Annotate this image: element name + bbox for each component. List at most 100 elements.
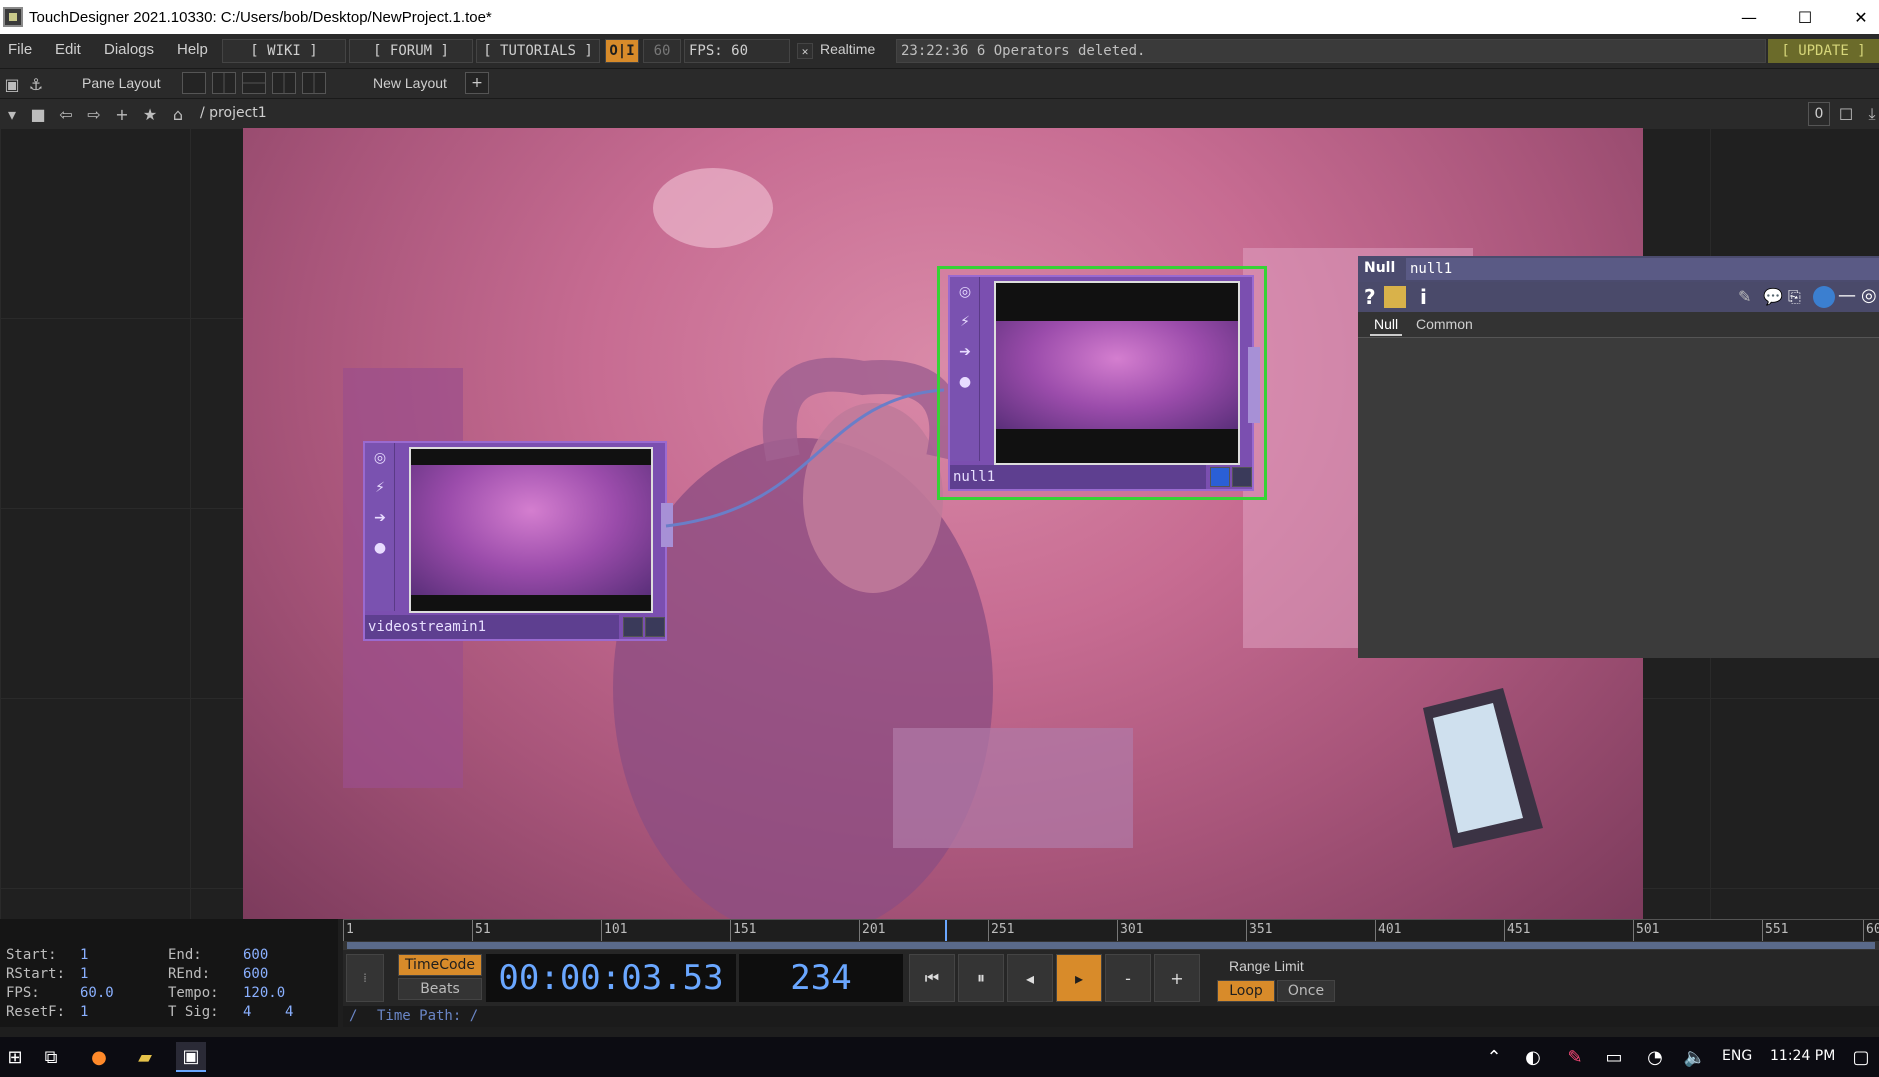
start-value[interactable]: 1 — [80, 947, 88, 963]
lock-icon[interactable]: ● — [955, 371, 975, 393]
rewind-button[interactable]: ⏮ — [909, 954, 955, 1002]
output-connector-2[interactable] — [1248, 387, 1260, 423]
image-icon[interactable]: ▣ — [0, 72, 24, 96]
pause-button[interactable]: ⏸ — [958, 954, 1004, 1002]
fps-value[interactable]: 60.0 — [80, 985, 114, 1001]
chevron-down-icon[interactable]: ▾ — [0, 102, 24, 126]
window-icon[interactable]: ☐ — [1834, 102, 1858, 126]
star-icon[interactable]: ★ — [138, 102, 162, 126]
null1-node[interactable]: ◎ ⚡ ➔ ● null1 — [948, 275, 1260, 491]
add-icon[interactable]: + — [110, 102, 134, 126]
network-editor[interactable]: ◎ ⚡ ➔ ● videostreamin1 ◎ ⚡ ➔ ● null1 Nul… — [0, 128, 1879, 919]
update-button[interactable]: [ UPDATE ] — [1768, 39, 1879, 63]
timeline-scrollbar[interactable] — [343, 941, 1879, 950]
time-path-root[interactable]: / — [349, 1006, 357, 1027]
language-indicator[interactable]: ENG — [1722, 1048, 1752, 1064]
python-help-icon[interactable] — [1384, 286, 1406, 308]
timecode-display[interactable]: 00:00:03.53 — [486, 954, 736, 1002]
tab-common[interactable]: Common — [1416, 316, 1473, 332]
rend-value[interactable]: 600 — [243, 966, 268, 982]
menu-file[interactable]: File — [8, 41, 32, 58]
battery-icon[interactable]: ▭ — [1599, 1042, 1629, 1072]
step-plus-button[interactable]: + — [1154, 954, 1200, 1002]
notifications-icon[interactable]: ▢ — [1846, 1042, 1876, 1072]
end-value[interactable]: 600 — [243, 947, 268, 963]
touchdesigner-app-icon — [3, 7, 23, 27]
collapse-icon[interactable]: — — [1838, 285, 1856, 306]
add-layout-button[interactable]: + — [465, 72, 489, 94]
rstart-value[interactable]: 1 — [80, 966, 88, 982]
realtime-checkbox[interactable]: ✕ — [797, 43, 813, 59]
maximize-button[interactable]: ☐ — [1777, 0, 1833, 34]
minimize-button[interactable]: — — [1721, 0, 1777, 34]
tray-app-icon[interactable]: ◐ — [1518, 1042, 1548, 1072]
home-icon[interactable]: ⌂ — [166, 102, 190, 126]
time-path-bar: / Time Path: / — [343, 1006, 1879, 1027]
layout-three-icon[interactable] — [272, 72, 296, 94]
fps-cap-field[interactable]: 60 — [643, 39, 681, 63]
perform-mode-button[interactable]: O|I — [605, 39, 639, 63]
forward-arrow-icon[interactable]: ⇨ — [82, 102, 106, 126]
step-back-button[interactable]: ◂ — [1007, 954, 1053, 1002]
time-path[interactable]: Time Path: / — [377, 1006, 478, 1027]
network-icon[interactable]: ⚓ — [24, 72, 48, 96]
touchdesigner-taskbar-icon[interactable]: ▣ — [176, 1042, 206, 1072]
layout-single-icon[interactable] — [182, 72, 206, 94]
pin-icon[interactable]: ⤓ — [1860, 102, 1879, 126]
viewer-active-icon[interactable] — [1210, 467, 1230, 487]
tsig-numerator[interactable]: 4 — [243, 1004, 251, 1020]
task-view-icon[interactable]: ⧉ — [36, 1042, 66, 1072]
menu-edit[interactable]: Edit — [55, 41, 81, 58]
info-icon[interactable]: i — [1420, 285, 1427, 309]
tsig-denominator[interactable]: 4 — [285, 1004, 293, 1020]
tray-chevron-icon[interactable]: ⌃ — [1479, 1042, 1509, 1072]
forum-button[interactable]: [ FORUM ] — [349, 39, 473, 63]
windows-start-icon[interactable]: ⊞ — [0, 1042, 30, 1072]
expand-timeline-button[interactable]: ⁞ — [346, 954, 384, 1002]
volume-icon[interactable]: 🔈 — [1680, 1042, 1710, 1072]
comment-icon[interactable]: 💬 — [1763, 287, 1783, 306]
once-button[interactable]: Once — [1277, 980, 1335, 1002]
layout-split-vertical-icon[interactable] — [212, 72, 236, 94]
file-explorer-icon[interactable]: ▰ — [130, 1042, 160, 1072]
loop-button[interactable]: Loop — [1217, 980, 1275, 1002]
wifi-icon[interactable]: ◔ — [1640, 1042, 1670, 1072]
play-button[interactable]: ▸ — [1056, 954, 1102, 1002]
tab-null[interactable]: Null — [1370, 316, 1403, 336]
frame-display[interactable]: 234 — [739, 954, 903, 1002]
resetf-value[interactable]: 1 — [80, 1004, 88, 1020]
menu-help[interactable]: Help — [177, 41, 208, 58]
step-minus-button[interactable]: - — [1105, 954, 1151, 1002]
param-header: Null null1 — [1358, 256, 1879, 282]
help-icon[interactable]: ? — [1364, 285, 1376, 309]
tutorials-button[interactable]: [ TUTORIALS ] — [476, 39, 600, 63]
layout-split-horizontal-icon[interactable] — [242, 72, 266, 94]
timecode-toggle-button[interactable]: TimeCode — [398, 954, 482, 976]
viewer-toggle-icon[interactable]: ◎ — [955, 281, 975, 303]
system-clock[interactable]: 11:24 PM — [1770, 1048, 1835, 1064]
wiki-button[interactable]: [ WIKI ] — [222, 39, 346, 63]
python-icon[interactable] — [1813, 286, 1835, 308]
node-label[interactable]: null1 — [950, 465, 1206, 489]
tempo-value[interactable]: 120.0 — [243, 985, 285, 1001]
beats-toggle-button[interactable]: Beats — [398, 978, 482, 1000]
display-flag-icon[interactable]: ➔ — [955, 341, 975, 363]
counter-field[interactable]: 0 — [1808, 102, 1830, 126]
layout-four-icon[interactable] — [302, 72, 326, 94]
op-name-field[interactable]: null1 — [1406, 258, 1879, 280]
node-expand-icon[interactable] — [1232, 467, 1252, 487]
tray-pen-icon[interactable]: ✎ — [1560, 1042, 1590, 1072]
settings-icon[interactable]: ◎ — [1861, 285, 1877, 306]
clone-icon[interactable]: ⎘ — [1788, 287, 1801, 307]
back-arrow-icon[interactable]: ⇦ — [54, 102, 78, 126]
bypass-icon[interactable]: ⚡ — [955, 311, 975, 333]
time-ruler[interactable]: 1 51 101 151 201 251 301 351 401 451 501… — [343, 919, 1879, 942]
output-connector[interactable] — [1248, 347, 1260, 391]
firefox-icon[interactable]: ● — [84, 1042, 114, 1072]
network-path[interactable]: / project1 — [200, 105, 267, 121]
edit-icon[interactable]: ✎ — [1738, 287, 1751, 306]
menu-dialogs[interactable]: Dialogs — [104, 41, 154, 58]
stop-icon[interactable]: ■ — [26, 102, 50, 126]
playhead[interactable] — [945, 920, 947, 942]
close-button[interactable]: ✕ — [1833, 0, 1879, 34]
